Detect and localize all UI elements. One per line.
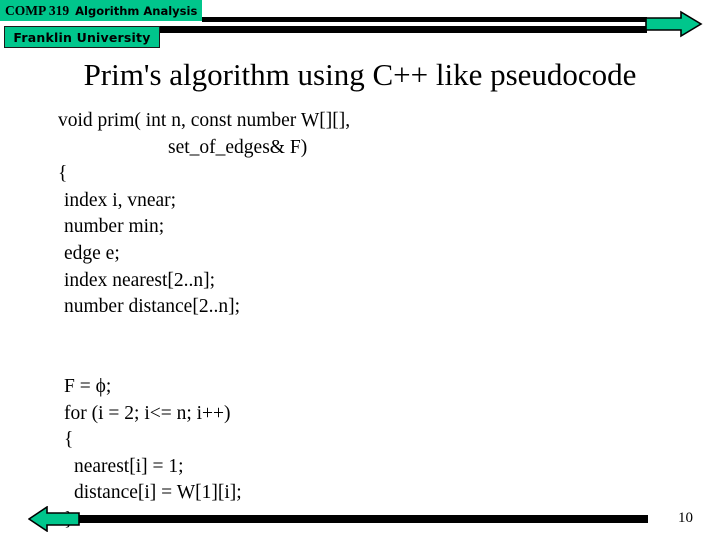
code-line: index nearest[2..n]; bbox=[64, 269, 216, 291]
code-line: F = ϕ; bbox=[64, 375, 112, 397]
page-number: 10 bbox=[678, 510, 693, 526]
header-rule-top bbox=[202, 17, 647, 22]
school-banner: Franklin University bbox=[4, 26, 160, 48]
school-name: Franklin University bbox=[13, 29, 151, 45]
code-line: for (i = 2; i<= n; i++) bbox=[64, 402, 231, 424]
code-line: { bbox=[58, 163, 68, 185]
code-line: set_of_edges& F) bbox=[168, 136, 308, 158]
code-line: nearest[i] = 1; bbox=[74, 455, 184, 477]
slide-canvas: COMP 319 Algorithm Analysis Franklin Uni… bbox=[0, 0, 720, 540]
arrow-right-icon[interactable] bbox=[645, 10, 703, 38]
course-code: COMP 319 bbox=[5, 2, 70, 18]
arrow-left-icon[interactable] bbox=[27, 505, 80, 533]
code-line: distance[i] = W[1][i]; bbox=[74, 482, 242, 504]
code-line: number distance[2..n]; bbox=[64, 296, 240, 318]
code-line: index i, vnear; bbox=[64, 189, 177, 211]
page-title: Prim's algorithm using C++ like pseudoco… bbox=[83, 57, 637, 92]
course-banner: COMP 319 Algorithm Analysis bbox=[0, 0, 202, 21]
pseudocode-block: void prim( int n, const number W[][], set… bbox=[0, 108, 720, 534]
code-line: { bbox=[64, 429, 74, 451]
course-name: Algorithm Analysis bbox=[75, 3, 198, 18]
code-line: number min; bbox=[64, 216, 165, 238]
code-line: edge e; bbox=[64, 242, 120, 264]
footer-rule bbox=[68, 515, 648, 523]
header-rule-bottom bbox=[160, 26, 647, 33]
code-line: void prim( int n, const number W[][], bbox=[58, 110, 351, 131]
